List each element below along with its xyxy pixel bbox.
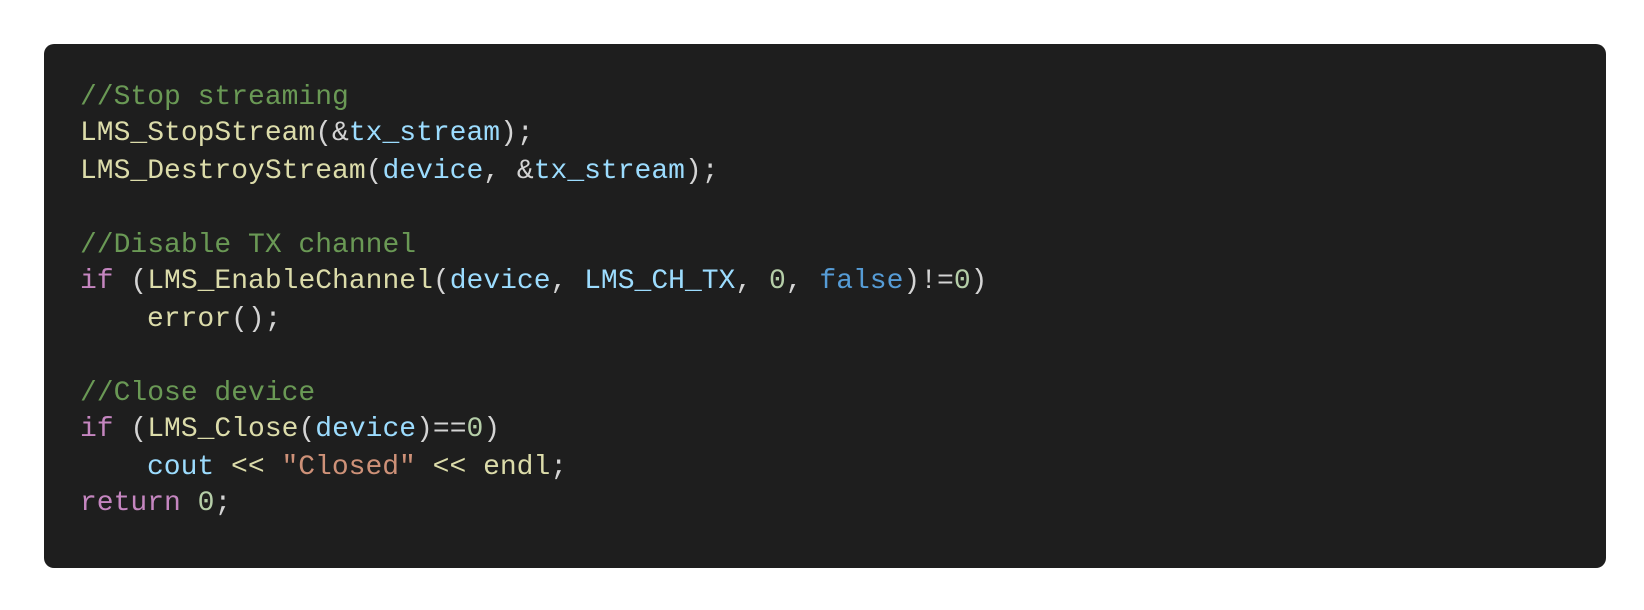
function-lms-destroystream: LMS_DestroyStream	[80, 156, 366, 187]
code-line-3: LMS_DestroyStream(device, &tx_stream);	[80, 154, 1570, 190]
punctuation: (	[365, 156, 383, 187]
number-literal: 0	[768, 266, 786, 297]
code-line-5: //Disable TX channel	[80, 228, 1570, 264]
keyword-false: false	[819, 266, 904, 297]
punctuation: )==	[416, 414, 467, 445]
keyword-return: return	[80, 488, 181, 519]
variable-tx-stream: tx_stream	[533, 156, 685, 187]
punctuation: , &	[483, 156, 534, 187]
code-line-12: return 0;	[80, 486, 1570, 522]
punctuation: )	[970, 266, 988, 297]
keyword-if: if	[80, 414, 114, 445]
constant-lms-ch-tx: LMS_CH_TX	[584, 266, 736, 297]
variable-device: device	[382, 156, 484, 187]
variable-cout: cout	[147, 452, 215, 483]
punctuation: ,	[735, 266, 769, 297]
punctuation: ,	[785, 266, 820, 297]
code-line-6: if (LMS_EnableChannel(device, LMS_CH_TX,…	[80, 264, 1570, 302]
comment-close-device: //Close device	[80, 378, 316, 409]
code-block: //Stop streaming LMS_StopStream(&tx_strea…	[44, 44, 1606, 568]
comment-stop-streaming: //Stop streaming	[80, 82, 349, 113]
function-lms-stopstream: LMS_StopStream	[80, 118, 316, 149]
punctuation: (	[113, 414, 148, 445]
punctuation: (	[432, 266, 450, 297]
punctuation: );	[500, 118, 534, 149]
function-endl: endl	[483, 452, 551, 483]
punctuation: (	[298, 414, 316, 445]
number-literal: 0	[197, 488, 215, 519]
punctuation: )!=	[903, 266, 954, 297]
comment-disable-tx-channel: //Disable TX channel	[80, 230, 417, 261]
variable-tx-stream: tx_stream	[348, 118, 501, 149]
function-lms-enablechannel: LMS_EnableChannel	[147, 266, 433, 297]
variable-device: device	[315, 414, 417, 445]
operator-shift: <<	[415, 452, 484, 483]
keyword-if: if	[80, 266, 114, 297]
string-literal: "Closed"	[281, 452, 416, 483]
punctuation	[181, 488, 198, 519]
punctuation: ();	[231, 304, 282, 335]
punctuation: ,	[550, 266, 585, 297]
punctuation: ;	[214, 488, 232, 519]
operator-shift: <<	[214, 452, 282, 483]
punctuation: (	[113, 266, 148, 297]
number-literal: 0	[466, 414, 484, 445]
punctuation: )	[483, 414, 501, 445]
code-content: //Stop streaming LMS_StopStream(&tx_strea…	[80, 80, 1570, 522]
punctuation: ;	[550, 452, 568, 483]
function-lms-close: LMS_Close	[147, 414, 299, 445]
code-line-1: //Stop streaming	[80, 80, 1570, 116]
variable-device: device	[449, 266, 551, 297]
function-error: error	[147, 304, 232, 335]
punctuation: );	[684, 156, 719, 187]
code-line-9: //Close device	[80, 376, 1570, 412]
number-literal: 0	[953, 266, 971, 297]
code-line-2: LMS_StopStream(&tx_stream);	[80, 116, 1570, 154]
code-line-7: error();	[80, 302, 1570, 338]
punctuation: (&	[315, 118, 349, 149]
code-line-10: if (LMS_Close(device)==0)	[80, 412, 1570, 450]
code-line-11: cout << "Closed" << endl;	[80, 450, 1570, 486]
